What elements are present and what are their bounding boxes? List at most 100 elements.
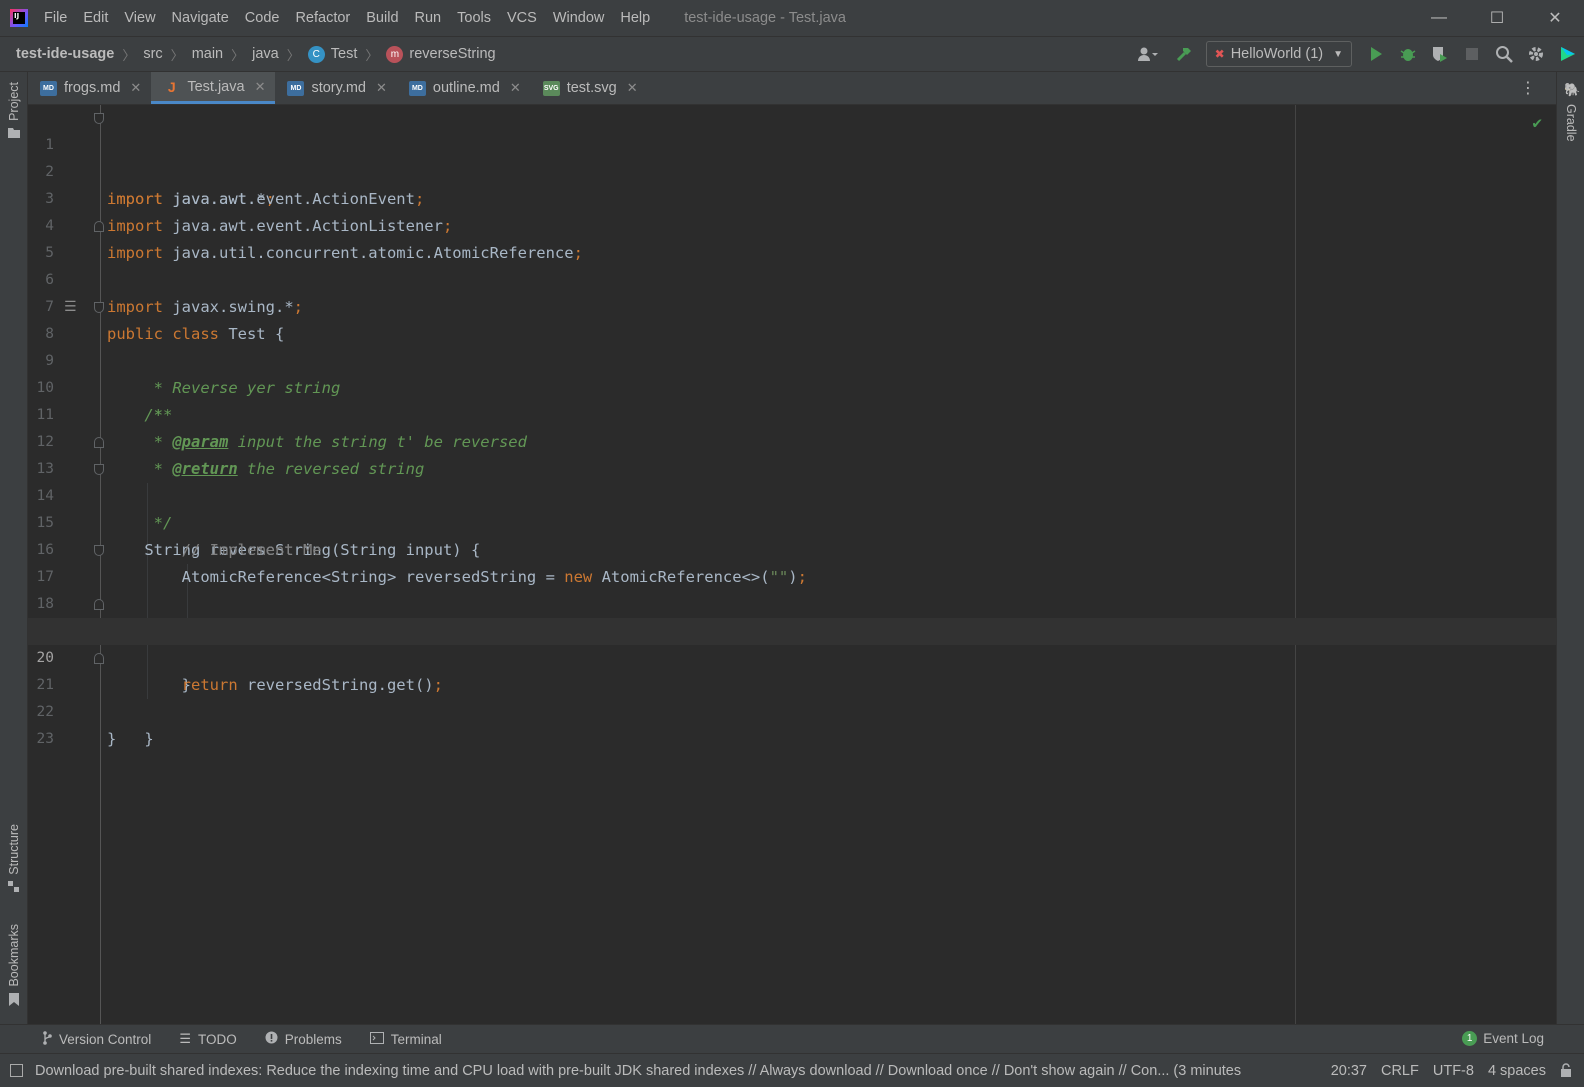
fold-icon[interactable] — [94, 464, 104, 475]
minimize-button[interactable]: — — [1410, 0, 1468, 36]
bookmarks-tool-button[interactable]: Bookmarks — [0, 924, 28, 1006]
structure-tool-button[interactable]: Structure — [0, 824, 28, 892]
lock-icon[interactable] — [1560, 1062, 1572, 1080]
tab-frogs-md[interactable]: MD frogs.md ✕ — [28, 72, 151, 104]
fold-icon[interactable] — [94, 545, 104, 556]
code-line[interactable]: 18 reversedString.set(reversedString + i… — [28, 564, 1556, 640]
code-line[interactable]: 11 * @param input the string t' be rever… — [28, 375, 1556, 451]
settings-icon[interactable] — [1520, 37, 1552, 71]
method-icon: m — [386, 45, 404, 63]
tab-test-svg[interactable]: SVG test.svg ✕ — [531, 72, 648, 104]
code-line[interactable]: 2 import java.awt.event.ActionEvent; — [28, 132, 1556, 208]
code-line[interactable]: 22 } — [28, 672, 1556, 748]
code-line[interactable]: 13 */ — [28, 429, 1556, 532]
code-line[interactable]: 16 AtomicReference<String> reversedStrin… — [28, 510, 1556, 586]
code-line[interactable]: 4 import java.util.concurrent.atomic.Ato… — [28, 186, 1556, 262]
window-controls: — ☐ ✕ — [1410, 0, 1584, 36]
code-line[interactable]: 14 String reverseString(String input) { — [28, 456, 1556, 559]
menu-run[interactable]: Run — [407, 10, 450, 26]
tab-label: Test.java — [187, 78, 245, 95]
menu-tools[interactable]: Tools — [449, 10, 499, 26]
tool-windows-toggle-icon[interactable] — [10, 1064, 23, 1077]
code-line[interactable]: 8 ☰ /** — [28, 294, 1556, 424]
close-icon[interactable]: ✕ — [255, 79, 266, 95]
menu-view[interactable]: View — [116, 10, 163, 26]
menu-refactor[interactable]: Refactor — [287, 10, 358, 26]
close-icon[interactable]: ✕ — [376, 80, 387, 96]
close-icon[interactable]: ✕ — [627, 80, 638, 96]
code-editor[interactable]: ✔ 1 import java.awt.*; 2 import java.awt… — [28, 105, 1556, 1030]
menu-vcs[interactable]: VCS — [499, 10, 545, 26]
code-line[interactable]: 21 } — [28, 645, 1556, 748]
fold-icon[interactable] — [94, 113, 104, 124]
tab-story-md[interactable]: MD story.md ✕ — [275, 72, 396, 104]
code-line[interactable]: 15 // Implement Me — [28, 483, 1556, 559]
tab-test-java[interactable]: J Test.java ✕ — [151, 72, 276, 104]
menu-navigate[interactable]: Navigate — [164, 10, 237, 26]
code-line[interactable]: 1 import java.awt.*; — [28, 105, 1556, 208]
breadcrumb-class[interactable]: C Test — [307, 45, 357, 63]
problems-tool-button[interactable]: Problems — [265, 1031, 342, 1047]
fold-icon[interactable] — [94, 221, 104, 232]
intellij-logo-icon[interactable]: IJ — [10, 9, 28, 27]
fold-icon[interactable] — [94, 437, 104, 448]
more-vertical-icon[interactable]: ⋮ — [1520, 78, 1536, 98]
debug-icon[interactable] — [1392, 37, 1424, 71]
code-line[interactable]: 10 * — [28, 348, 1556, 424]
version-control-tool-button[interactable]: Version Control — [42, 1030, 151, 1048]
code-line-current[interactable]: 20 return reversedString.get(); — [28, 618, 1556, 694]
menu-window[interactable]: Window — [545, 10, 613, 26]
breadcrumb-project[interactable]: test-ide-usage — [16, 46, 114, 62]
main-toolbar: ✖ HelloWorld (1) ▼ — [1128, 37, 1584, 71]
breadcrumb-java[interactable]: java — [252, 46, 279, 62]
left-tool-strip: Project Structure Bookmarks — [0, 72, 28, 1030]
stop-icon[interactable] — [1456, 37, 1488, 71]
run-configuration-select[interactable]: ✖ HelloWorld (1) ▼ — [1205, 41, 1352, 67]
toolbox-icon[interactable] — [1552, 37, 1584, 71]
fold-icon[interactable] — [94, 302, 104, 313]
fold-icon[interactable] — [94, 653, 104, 664]
menu-help[interactable]: Help — [612, 10, 658, 26]
caret-position[interactable]: 20:37 — [1331, 1063, 1367, 1079]
close-button[interactable]: ✕ — [1526, 0, 1584, 36]
status-widgets: 20:37 CRLF UTF-8 4 spaces — [1331, 1054, 1584, 1087]
menu-code[interactable]: Code — [237, 10, 288, 26]
status-message[interactable]: Download pre-built shared indexes: Reduc… — [35, 1063, 1290, 1079]
user-icon[interactable] — [1128, 37, 1168, 71]
terminal-tool-button[interactable]: Terminal — [369, 1031, 442, 1047]
close-icon[interactable]: ✕ — [130, 80, 141, 96]
coverage-icon[interactable] — [1424, 37, 1456, 71]
structure-tool-label: Structure — [7, 824, 21, 875]
code-line[interactable]: 9 * Reverse yer string — [28, 321, 1556, 397]
code-line[interactable]: 12 * @return the reversed string — [28, 402, 1556, 478]
code-line[interactable]: 6 — [28, 240, 1556, 288]
code-line[interactable]: 7 public class Test { — [28, 267, 1556, 343]
menu-build[interactable]: Build — [358, 10, 406, 26]
breadcrumb-main[interactable]: main — [192, 46, 223, 62]
line-separator[interactable]: CRLF — [1381, 1063, 1419, 1079]
menu-edit[interactable]: Edit — [75, 10, 116, 26]
code-line[interactable]: 17 for (int i = input.length() - 1; i >=… — [28, 537, 1556, 640]
menu-file[interactable]: File — [36, 10, 75, 26]
run-icon[interactable] — [1360, 37, 1392, 71]
close-icon[interactable]: ✕ — [510, 80, 521, 96]
gradle-tool-button[interactable]: Gradle — [1564, 104, 1578, 142]
project-tool-button[interactable]: Project — [0, 82, 28, 138]
maximize-button[interactable]: ☐ — [1468, 0, 1526, 36]
gradle-icon[interactable]: 🐘 — [1564, 82, 1580, 98]
code-line[interactable]: 23 — [28, 699, 1556, 747]
render-doc-icon[interactable]: ☰ — [64, 300, 80, 314]
breadcrumb-src[interactable]: src — [143, 46, 162, 62]
fold-icon[interactable] — [94, 599, 104, 610]
search-icon[interactable] — [1488, 37, 1520, 71]
build-hammer-icon[interactable] — [1168, 37, 1200, 71]
indent-setting[interactable]: 4 spaces — [1488, 1063, 1546, 1079]
code-line[interactable]: 5 import javax.swing.*; — [28, 213, 1556, 316]
file-encoding[interactable]: UTF-8 — [1433, 1063, 1474, 1079]
code-line[interactable]: 19 } — [28, 591, 1556, 694]
breadcrumb-method[interactable]: m reverseString — [386, 45, 496, 63]
todo-tool-button[interactable]: ☰ TODO — [179, 1031, 236, 1047]
code-line[interactable]: 3 import java.awt.event.ActionListener; — [28, 159, 1556, 235]
tab-outline-md[interactable]: MD outline.md ✕ — [397, 72, 531, 104]
event-log-tool-button[interactable]: 1 Event Log — [1462, 1031, 1544, 1046]
